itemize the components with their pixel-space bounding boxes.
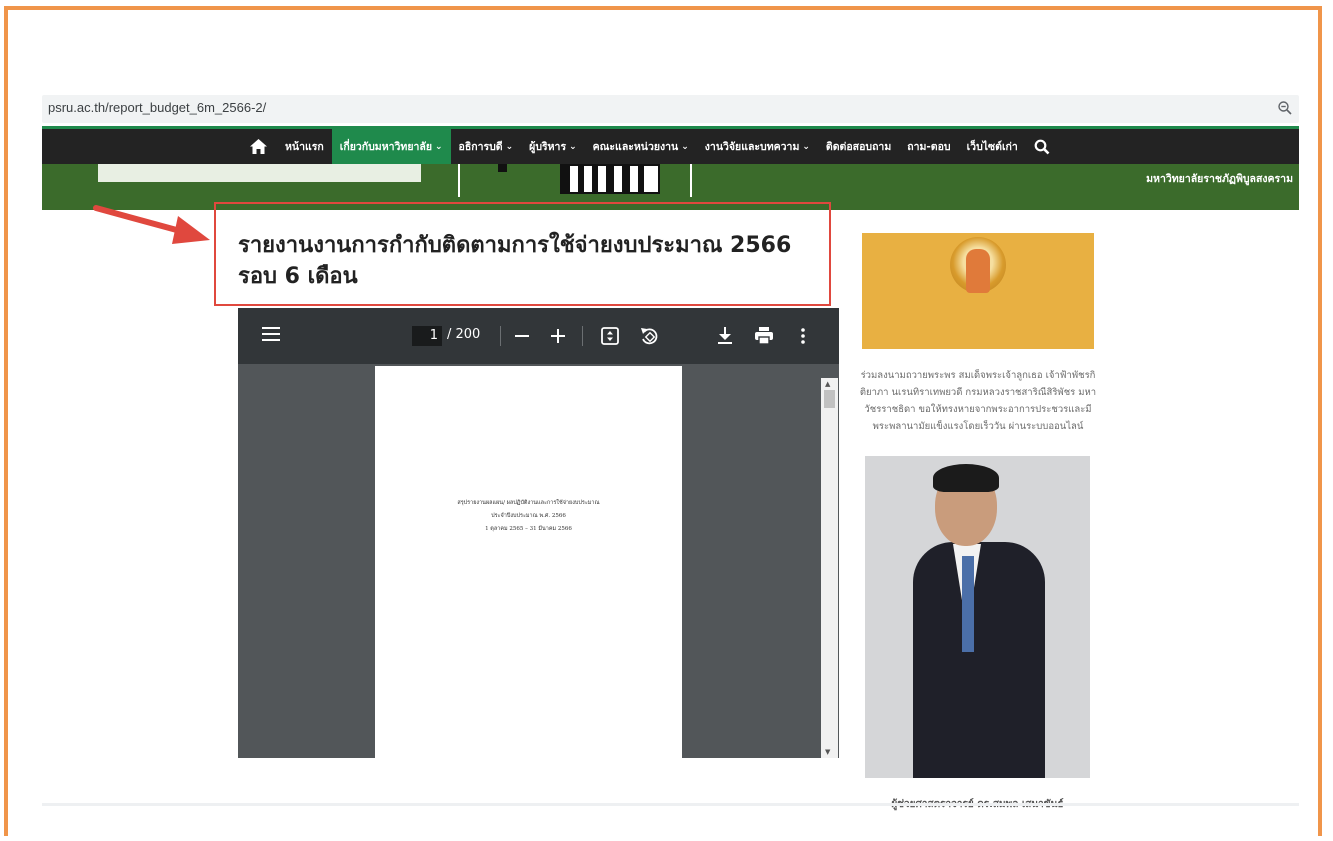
page-total: / 200 [447, 327, 481, 342]
nav-item-faq[interactable]: ถาม-ตอบ [899, 129, 958, 164]
nav-item-executives[interactable]: ผู้บริหาร ⌄ [521, 129, 584, 164]
president-photo[interactable] [865, 456, 1090, 778]
more-icon[interactable] [801, 328, 805, 344]
banner-panel [98, 164, 421, 182]
banner-divider [458, 164, 460, 197]
nav-item-label: ถาม-ตอบ [907, 141, 951, 153]
menu-icon[interactable] [262, 327, 280, 341]
pdf-scrollbar[interactable]: ▲ ▼ [821, 378, 838, 758]
university-name: มหาวิทยาลัยราชภัฏพิบูลสงคราม [1146, 173, 1293, 185]
royal-blessing-text[interactable]: ร่วมลงนามถวายพระพร สมเด็จพระเจ้าลูกเธอ เ… [858, 367, 1098, 435]
search-button[interactable] [1026, 129, 1058, 164]
nav-item-label: เว็บไซต์เก่า [966, 141, 1018, 153]
rotate-icon[interactable] [639, 326, 659, 346]
president-tie [962, 556, 974, 652]
banner-mark [498, 164, 507, 172]
banner-divider [690, 164, 692, 197]
royal-portrait-figure [966, 249, 990, 293]
page-title: รายงานงานการกำกับติดตามการใช้จ่ายงบประมา… [238, 233, 792, 289]
nav-item-president[interactable]: อธิการบดี ⌄ [451, 129, 522, 164]
nav-item-label: อธิการบดี [458, 141, 503, 153]
nav-item-label: เกี่ยวกับมหาวิทยาลัย [339, 141, 432, 153]
toolbar-divider [582, 326, 583, 346]
royal-banner-image[interactable] [862, 233, 1094, 349]
chevron-down-icon: ⌄ [505, 141, 514, 152]
footer-divider [42, 803, 1299, 806]
nav-item-label: คณะและหน่วยงาน [592, 141, 679, 153]
fit-page-icon[interactable] [601, 327, 619, 345]
url-text[interactable]: psru.ac.th/report_budget_6m_2566-2/ [48, 100, 266, 115]
nav-item-contact[interactable]: ติดต่อสอบถาม [818, 129, 899, 164]
search-icon [1034, 139, 1050, 154]
pdf-page-line: สรุปรายงานผลแผน/ ผลปฏิบัติงานและการใช้จ่… [457, 500, 600, 506]
page-number-input[interactable]: 1 [412, 326, 442, 346]
chevron-down-icon: ⌄ [681, 141, 689, 152]
toolbar-divider [500, 326, 501, 346]
pdf-toolbar: 1 / 200 [238, 308, 839, 364]
pdf-page-line: 1 ตุลาคม 2565 – 31 มีนาคม 2566 [485, 526, 572, 532]
zoom-out-icon[interactable] [1277, 100, 1293, 116]
scrollbar-thumb[interactable] [824, 390, 835, 408]
nav-item-home[interactable]: หน้าแรก [277, 129, 332, 164]
nav-item-label: หน้าแรก [285, 141, 324, 153]
nav-item-label: ติดต่อสอบถาม [825, 141, 892, 153]
address-bar[interactable]: psru.ac.th/report_budget_6m_2566-2/ [42, 95, 1299, 123]
scroll-down-icon[interactable]: ▼ [825, 748, 830, 756]
nav-item-label: ผู้บริหาร [529, 141, 567, 153]
nav-item-old-site[interactable]: เว็บไซต์เก่า [959, 129, 1026, 164]
nav-item-faculties[interactable]: คณะและหน่วยงาน ⌄ [585, 129, 697, 164]
nav-item-label: งานวิจัยและบทความ [704, 141, 800, 153]
zoom-out-icon[interactable] [515, 329, 529, 343]
chevron-down-icon: ⌄ [434, 141, 443, 152]
home-icon [250, 139, 267, 154]
print-icon[interactable] [755, 327, 773, 344]
chevron-down-icon: ⌄ [802, 141, 810, 152]
nav-item-about[interactable]: เกี่ยวกับมหาวิทยาลัย ⌄ [331, 129, 451, 164]
president-hair [933, 464, 999, 492]
scroll-up-icon[interactable]: ▲ [825, 380, 830, 388]
nav-item-research[interactable]: งานวิจัยและบทความ ⌄ [697, 129, 818, 164]
pdf-page: สรุปรายงานผลแผน/ ผลปฏิบัติงานและการใช้จ่… [375, 366, 682, 758]
chevron-down-icon: ⌄ [569, 141, 577, 152]
pdf-page-line: ประจำปีงบประมาณ พ.ศ. 2566 [491, 513, 566, 519]
download-icon[interactable] [717, 327, 733, 345]
red-arrow-annotation [93, 205, 210, 244]
zoom-in-icon[interactable] [551, 329, 565, 343]
pdf-viewer[interactable]: 1 / 200 สรุปรายงานผลแผน/ ผลปฏิบัติงานและ… [238, 308, 839, 758]
title-highlight-box: รายงานงานการกำกับติดตามการใช้จ่ายงบประมา… [214, 202, 831, 306]
president-suit [913, 542, 1045, 778]
home-link[interactable] [240, 129, 277, 164]
qr-code-image [560, 164, 660, 194]
main-navigation: หน้าแรก เกี่ยวกับมหาวิทยาลัย ⌄ อธิการบดี… [42, 126, 1299, 164]
